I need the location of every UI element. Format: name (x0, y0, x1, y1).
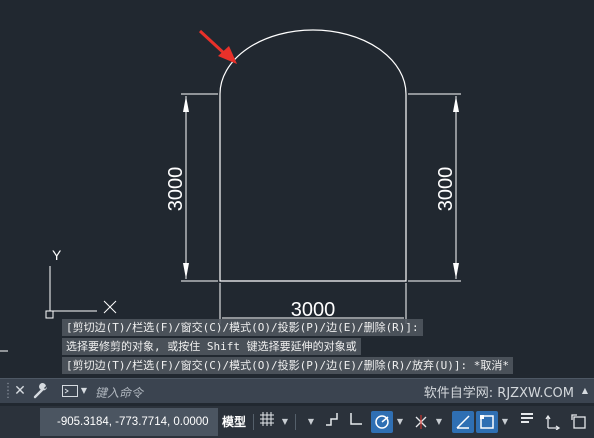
grip-icon[interactable]: ⋮ ⋮ (3, 383, 13, 400)
chevron-down-icon[interactable]: ▼ (434, 411, 444, 433)
command-history-line: 选择要修剪的对象, 或按住 Shift 键选择要延伸的对象或 (62, 338, 361, 355)
red-arrow-icon (198, 29, 237, 64)
arched-outline (219, 29, 407, 282)
lineweight-icon[interactable] (476, 411, 498, 433)
workspace-icon[interactable] (568, 411, 590, 433)
polar-icon[interactable] (371, 411, 393, 433)
ucs-icon (45, 266, 117, 319)
snap-icon[interactable] (321, 411, 343, 433)
command-line-bar: ⋮⋮ ✕ ▼ 软件自学网: RJZXW.COM ▲ (0, 378, 594, 403)
model-tab[interactable]: 模型 (222, 408, 246, 436)
ucs-y-label: Y (52, 247, 62, 263)
grid-icon[interactable] (256, 411, 278, 433)
dim-right-text: 3000 (435, 167, 457, 212)
osnap-tracking-icon[interactable] (410, 411, 432, 433)
command-input[interactable] (95, 384, 395, 402)
wrench-icon[interactable] (32, 381, 50, 401)
chevron-down-icon[interactable]: ▼ (280, 411, 290, 433)
separator (295, 414, 296, 430)
command-history-line: [剪切边(T)/栏选(F)/窗交(C)/模式(O)/投影(P)/边(E)/删除(… (62, 357, 514, 374)
chevron-up-icon[interactable]: ▲ (580, 382, 590, 400)
annotation-scale-icon[interactable] (542, 411, 564, 433)
chevron-down-icon[interactable]: ▼ (79, 382, 89, 400)
ortho-icon[interactable] (345, 411, 367, 433)
chevron-down-icon[interactable]: ▼ (500, 411, 510, 433)
chevron-down-icon[interactable]: ▼ (395, 411, 405, 433)
dim-left-text: 3000 (165, 167, 187, 212)
terminal-icon[interactable] (62, 382, 78, 400)
dim-bottom-text: 3000 (291, 299, 336, 321)
object-snap-icon[interactable] (452, 411, 474, 433)
chevron-down-icon[interactable]: ▼ (306, 411, 316, 433)
separator (253, 414, 254, 430)
watermark-text: 软件自学网: RJZXW.COM (423, 386, 574, 401)
status-bar: -905.3184, -773.7714, 0.0000 模型 ▼ ▼ ▼ ▼ … (0, 406, 594, 438)
properties-icon[interactable] (516, 411, 538, 433)
coordinate-readout[interactable]: -905.3184, -773.7714, 0.0000 (40, 408, 218, 436)
close-icon[interactable]: ✕ (13, 381, 27, 401)
command-input-box[interactable]: ▼ 软件自学网: RJZXW.COM ▲ (58, 382, 590, 402)
command-history-line: [剪切边(T)/栏选(F)/窗交(C)/模式(O)/投影(P)/边(E)/删除(… (62, 319, 423, 336)
